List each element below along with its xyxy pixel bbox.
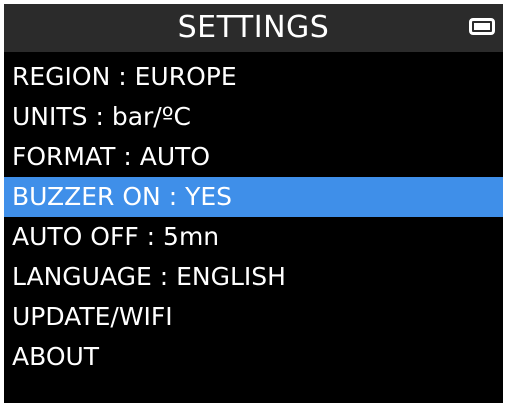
menu-item-format[interactable]: FORMAT : AUTO	[4, 137, 503, 177]
menu-item-auto-off[interactable]: AUTO OFF : 5mn	[4, 217, 503, 257]
display-panel: SETTINGS REGION : EUROPE UNITS : bar/ºC …	[4, 4, 503, 403]
battery-icon	[469, 18, 495, 35]
battery-level	[474, 23, 490, 30]
menu-item-update-wifi[interactable]: UPDATE/WIFI	[4, 297, 503, 337]
header-bar: SETTINGS	[4, 4, 503, 52]
menu-item-units[interactable]: UNITS : bar/ºC	[4, 97, 503, 137]
device-screen: SETTINGS REGION : EUROPE UNITS : bar/ºC …	[0, 0, 506, 410]
settings-menu: REGION : EUROPE UNITS : bar/ºC FORMAT : …	[4, 57, 503, 377]
menu-item-region[interactable]: REGION : EUROPE	[4, 57, 503, 97]
menu-item-language[interactable]: LANGUAGE : ENGLISH	[4, 257, 503, 297]
menu-item-buzzer[interactable]: BUZZER ON : YES	[4, 177, 503, 217]
menu-item-about[interactable]: ABOUT	[4, 337, 503, 377]
page-title: SETTINGS	[177, 10, 330, 45]
